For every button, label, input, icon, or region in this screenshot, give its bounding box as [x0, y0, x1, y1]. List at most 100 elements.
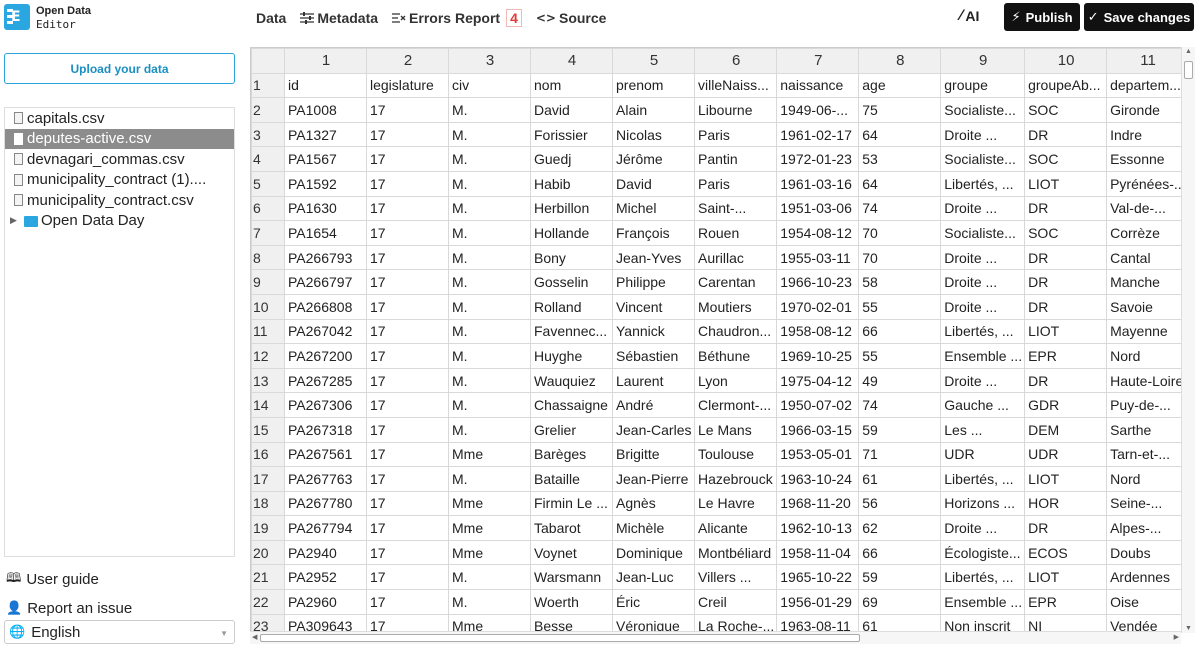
- table-cell[interactable]: M.: [448, 318, 531, 345]
- table-cell[interactable]: M.: [448, 589, 531, 615]
- row-header[interactable]: 7: [251, 220, 285, 246]
- table-cell[interactable]: 70: [858, 220, 942, 246]
- table-cell[interactable]: Gosselin: [530, 269, 613, 295]
- table-cell[interactable]: 17: [366, 441, 449, 468]
- table-cell[interactable]: 17: [366, 490, 449, 517]
- table-cell[interactable]: groupeAb...: [1024, 72, 1108, 99]
- table-cell[interactable]: Grelier: [530, 416, 613, 443]
- table-cell[interactable]: Libourne: [693, 97, 778, 123]
- table-cell[interactable]: SOC: [1024, 220, 1108, 246]
- file-item-municipality-contract[interactable]: municipality_contract.csv: [5, 190, 234, 211]
- table-cell[interactable]: Mme: [448, 539, 531, 566]
- table-cell[interactable]: 1950-07-02: [776, 392, 860, 418]
- table-cell[interactable]: Laurent: [612, 367, 695, 394]
- table-cell[interactable]: Forissier: [530, 121, 613, 148]
- table-cell[interactable]: Droite ...: [940, 195, 1026, 222]
- row-header[interactable]: 1: [251, 72, 285, 99]
- table-cell[interactable]: Woerth: [530, 589, 613, 615]
- table-cell[interactable]: Rolland: [530, 293, 613, 320]
- table-cell[interactable]: 69: [858, 589, 942, 615]
- table-cell[interactable]: Hazebrouck: [693, 466, 778, 492]
- table-cell[interactable]: 17: [366, 318, 449, 345]
- table-cell[interactable]: Toulouse: [693, 441, 778, 468]
- table-cell[interactable]: PA267780: [284, 490, 367, 517]
- table-cell[interactable]: Philippe: [612, 269, 695, 295]
- table-cell[interactable]: Paris: [693, 170, 778, 197]
- table-cell[interactable]: DR: [1024, 269, 1108, 295]
- table-cell[interactable]: 59: [858, 416, 942, 443]
- table-cell[interactable]: Le Mans: [693, 416, 778, 443]
- table-cell[interactable]: 61: [858, 466, 942, 492]
- language-select[interactable]: 🌐 English ▼: [4, 620, 235, 644]
- table-cell[interactable]: Alpes-...: [1106, 515, 1190, 541]
- table-cell[interactable]: Villers ...: [693, 564, 778, 591]
- table-cell[interactable]: 1966-03-15: [776, 416, 860, 443]
- table-cell[interactable]: 75: [858, 97, 942, 123]
- table-cell[interactable]: Savoie: [1106, 293, 1190, 320]
- row-header[interactable]: 22: [251, 589, 285, 615]
- file-item-capitals[interactable]: capitals.csv: [5, 108, 234, 129]
- table-cell[interactable]: PA1008: [284, 97, 367, 123]
- table-cell[interactable]: PA267042: [284, 318, 367, 345]
- table-cell[interactable]: 70: [858, 244, 942, 271]
- table-cell[interactable]: M.: [448, 97, 531, 123]
- file-item-municipality-contract-1[interactable]: municipality_contract (1)....: [5, 170, 234, 191]
- table-cell[interactable]: Nord: [1106, 343, 1190, 369]
- table-cell[interactable]: Sarthe: [1106, 416, 1190, 443]
- table-cell[interactable]: Val-de-...: [1106, 195, 1190, 222]
- table-cell[interactable]: 1955-03-11: [776, 244, 860, 271]
- table-cell[interactable]: 1966-10-23: [776, 269, 860, 295]
- table-cell[interactable]: M.: [448, 367, 531, 394]
- table-cell[interactable]: 1969-10-25: [776, 343, 860, 369]
- table-cell[interactable]: legislature: [366, 72, 449, 99]
- table-cell[interactable]: Clermont-...: [693, 392, 778, 418]
- row-header[interactable]: 19: [251, 515, 285, 541]
- table-cell[interactable]: 1970-02-01: [776, 293, 860, 320]
- scroll-up-icon[interactable]: ▲: [1185, 48, 1192, 55]
- table-cell[interactable]: M.: [448, 121, 531, 148]
- table-cell[interactable]: Dominique: [612, 539, 695, 566]
- table-cell[interactable]: Chassaigne: [530, 392, 613, 418]
- table-cell[interactable]: Agnès: [612, 490, 695, 517]
- table-cell[interactable]: 74: [858, 195, 942, 222]
- table-cell[interactable]: M.: [448, 244, 531, 271]
- table-cell[interactable]: 17: [366, 539, 449, 566]
- table-cell[interactable]: PA2940: [284, 539, 367, 566]
- table-cell[interactable]: 17: [366, 416, 449, 443]
- table-cell[interactable]: Brigitte: [612, 441, 695, 468]
- row-header[interactable]: 14: [251, 392, 285, 418]
- row-header[interactable]: 10: [251, 293, 285, 320]
- table-cell[interactable]: LIOT: [1024, 170, 1108, 197]
- table-cell[interactable]: 17: [366, 146, 449, 172]
- table-cell[interactable]: Favennec...: [530, 318, 613, 345]
- table-cell[interactable]: 17: [366, 515, 449, 541]
- table-cell[interactable]: DR: [1024, 121, 1108, 148]
- table-cell[interactable]: 17: [366, 293, 449, 320]
- table-cell[interactable]: Cantal: [1106, 244, 1190, 271]
- table-cell[interactable]: 53: [858, 146, 942, 172]
- table-cell[interactable]: 1975-04-12: [776, 367, 860, 394]
- table-cell[interactable]: David: [530, 97, 613, 123]
- table-cell[interactable]: M.: [448, 293, 531, 320]
- table-cell[interactable]: PA1592: [284, 170, 367, 197]
- row-header[interactable]: 9: [251, 269, 285, 295]
- row-header[interactable]: 20: [251, 539, 285, 566]
- table-cell[interactable]: id: [284, 72, 367, 99]
- row-header[interactable]: 13: [251, 367, 285, 394]
- table-cell[interactable]: Nicolas: [612, 121, 695, 148]
- table-cell[interactable]: departem...: [1106, 72, 1190, 99]
- column-header[interactable]: 11: [1106, 48, 1190, 74]
- table-cell[interactable]: Tabarot: [530, 515, 613, 541]
- table-cell[interactable]: Chaudron...: [693, 318, 778, 345]
- table-cell[interactable]: PA266808: [284, 293, 367, 320]
- table-cell[interactable]: PA267794: [284, 515, 367, 541]
- table-cell[interactable]: PA267561: [284, 441, 367, 468]
- table-cell[interactable]: 1965-10-22: [776, 564, 860, 591]
- table-cell[interactable]: M.: [448, 269, 531, 295]
- table-cell[interactable]: Droite ...: [940, 121, 1026, 148]
- table-cell[interactable]: Guedj: [530, 146, 613, 172]
- table-cell[interactable]: 59: [858, 564, 942, 591]
- table-cell[interactable]: Seine-...: [1106, 490, 1190, 517]
- column-header[interactable]: 3: [448, 48, 531, 74]
- grid-corner[interactable]: [251, 48, 285, 74]
